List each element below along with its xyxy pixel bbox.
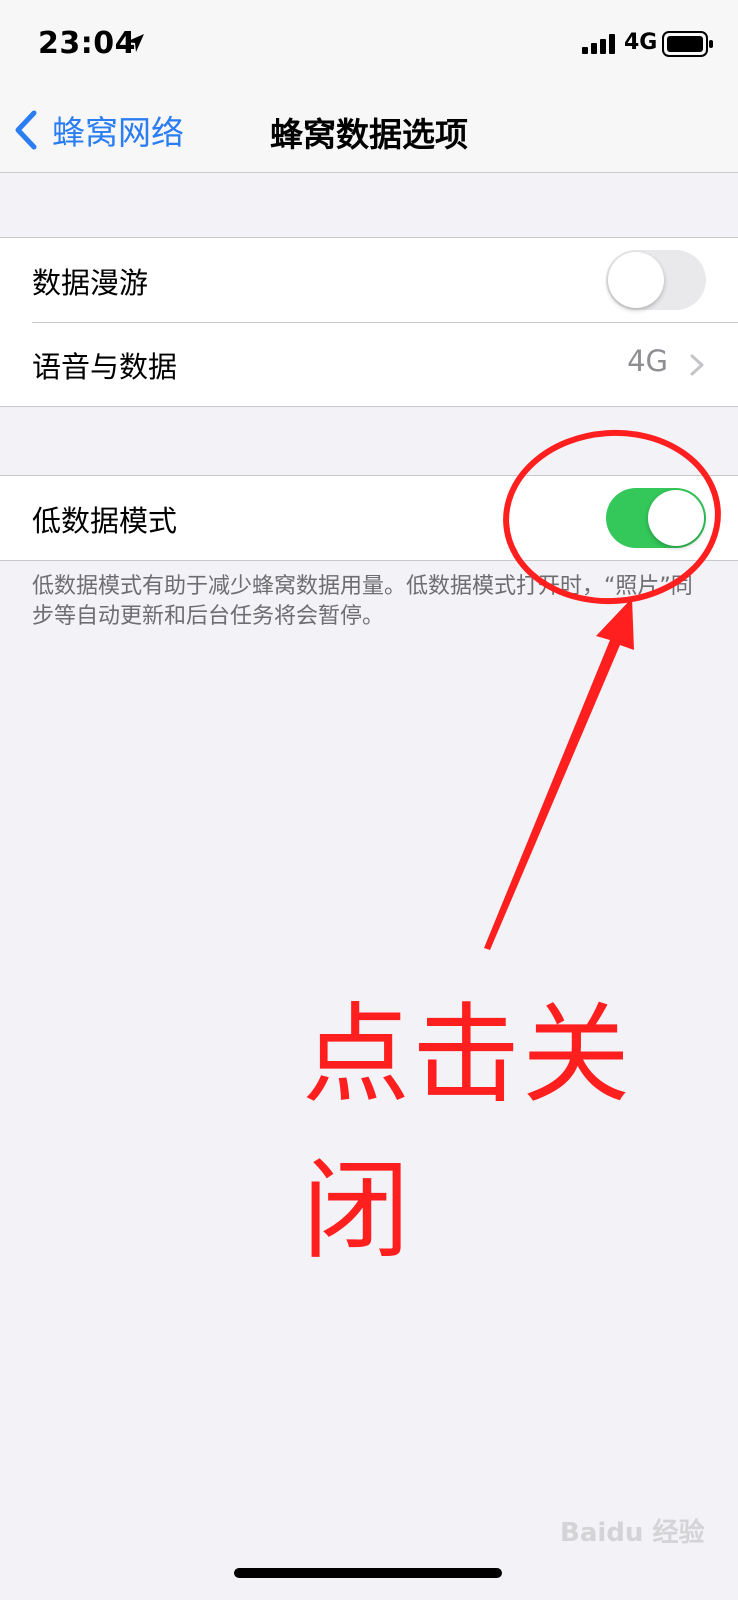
annotation-arrow — [484, 598, 634, 950]
voice-and-data-label: 语音与数据 — [32, 350, 178, 384]
annotation-text: 点击关闭 — [302, 993, 633, 1274]
network-type: 4G — [624, 30, 658, 55]
data-roaming-label: 数据漫游 — [32, 266, 149, 300]
data-roaming-toggle[interactable] — [606, 250, 706, 310]
voice-and-data-value: 4G — [627, 344, 668, 378]
cell-data-roaming[interactable]: 数据漫游 — [0, 238, 738, 323]
status-time: 23:04 — [38, 26, 136, 61]
battery-icon — [662, 31, 713, 57]
page-title: 蜂窝数据选项 — [270, 115, 468, 154]
low-data-mode-label: 低数据模式 — [32, 504, 178, 538]
chevron-right-icon — [690, 354, 704, 376]
low-data-mode-toggle[interactable] — [606, 488, 706, 548]
status-bar: 23:04 4G — [0, 0, 738, 88]
cell-low-data-mode[interactable]: 低数据模式 — [0, 476, 738, 560]
toggle-knob — [608, 252, 664, 308]
location-arrow-icon — [126, 34, 144, 52]
toggle-knob — [648, 490, 704, 546]
settings-group-roaming: 数据漫游 语音与数据 4G — [0, 237, 738, 407]
cellular-signal-icon — [582, 34, 615, 54]
settings-group-low-data: 低数据模式 — [0, 475, 738, 561]
cell-voice-and-data[interactable]: 语音与数据 4G — [0, 322, 738, 406]
low-data-mode-footer: 低数据模式有助于减少蜂窝数据用量。低数据模式打开时，“照片”同步等自动更新和后台… — [32, 574, 693, 629]
home-indicator[interactable] — [234, 1568, 502, 1578]
watermark: Baidu 经验 — [560, 1518, 705, 1548]
navigation-bar: 蜂窝网络 蜂窝数据选项 — [0, 88, 738, 173]
